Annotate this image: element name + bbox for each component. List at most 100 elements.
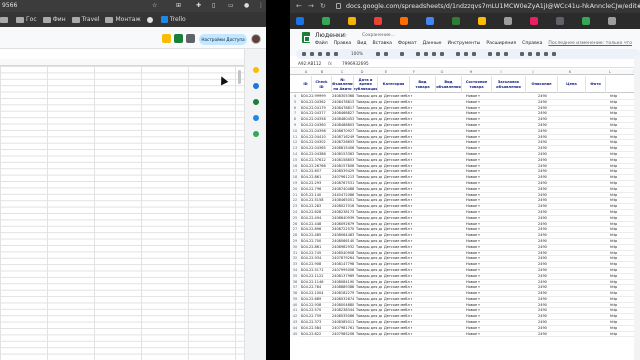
text-color-icon[interactable]: [440, 52, 444, 56]
merge-icon[interactable]: [472, 52, 476, 56]
table-cell[interactable]: Новое: [466, 210, 488, 215]
table-cell[interactable]: Товары для до: [356, 111, 382, 116]
table-cell[interactable]: Товары для до: [356, 274, 382, 279]
link-icon[interactable]: [520, 52, 524, 56]
table-cell[interactable]: 2408480453: [332, 117, 354, 122]
photo-cell[interactable]: http: [610, 181, 634, 186]
table-cell[interactable]: 2490: [538, 297, 560, 302]
photo-cell[interactable]: http: [610, 297, 634, 302]
lock-icon[interactable]: [336, 3, 341, 9]
column-letter[interactable]: D: [352, 69, 372, 75]
table-cell[interactable]: Товары для до: [356, 326, 382, 331]
table-cell[interactable]: Детские мебл: [384, 274, 412, 279]
left-scrollbar[interactable]: [238, 70, 241, 84]
table-cell[interactable]: 2408540908: [332, 251, 354, 256]
table-cell[interactable]: 2490: [538, 285, 560, 290]
table-cell[interactable]: Б04.22.570: [301, 308, 331, 313]
table-cell[interactable]: 2490: [538, 274, 560, 279]
table-cell[interactable]: Детские мебл: [384, 314, 412, 319]
table-cell[interactable]: Новое: [466, 216, 488, 221]
filter-icon[interactable]: [544, 52, 548, 56]
table-cell[interactable]: 2407981761: [332, 326, 354, 331]
table-cell[interactable]: Товары для до: [356, 308, 382, 313]
photo-cell[interactable]: http: [610, 285, 634, 290]
table-cell[interactable]: Б04.22.494: [301, 216, 331, 221]
table-cell[interactable]: Новое: [466, 245, 488, 250]
table-cell[interactable]: Товары для до: [356, 251, 382, 256]
table-cell[interactable]: Новое: [466, 274, 488, 279]
last-edit-link[interactable]: Последнее изменение: только что: [548, 40, 632, 47]
table-cell[interactable]: Товары для до: [356, 297, 382, 302]
table-cell[interactable]: Б04.22.37612: [301, 158, 331, 163]
table-cell[interactable]: 2490: [538, 123, 560, 128]
table-cell[interactable]: Детские мебл: [384, 117, 412, 122]
table-cell[interactable]: Товары для до: [356, 117, 382, 122]
table-cell[interactable]: Новое: [466, 193, 488, 198]
table-cell[interactable]: Детские мебл: [384, 106, 412, 111]
photo-cell[interactable]: http: [610, 187, 634, 192]
table-cell[interactable]: Б04.22.04398: [301, 129, 331, 134]
photo-cell[interactable]: http: [610, 169, 634, 174]
table-cell[interactable]: Б04.22.628: [301, 210, 331, 215]
menu-item[interactable]: Вставка: [373, 40, 392, 47]
table-cell[interactable]: Детские мебл: [384, 210, 412, 215]
table-cell[interactable]: Б04.22.5158: [301, 198, 331, 203]
table-cell[interactable]: Б04.22.861: [301, 245, 331, 250]
italic-icon[interactable]: [424, 52, 428, 56]
right-address-bar[interactable]: ← → ↻ docs.google.com/spreadsheets/d/1nd…: [290, 0, 640, 13]
row-number[interactable]: 45: [290, 331, 300, 338]
table-cell[interactable]: Детские мебл: [384, 164, 412, 169]
bookmark-item[interactable]: Travel: [71, 12, 99, 27]
table-cell[interactable]: Новое: [466, 152, 488, 157]
forward-icon[interactable]: →: [308, 0, 314, 13]
extensions-icon[interactable]: ✚: [196, 3, 201, 9]
menu-item[interactable]: Правка: [334, 40, 351, 47]
back-icon[interactable]: ←: [296, 0, 302, 13]
column-header[interactable]: Вид объявления: [436, 76, 462, 93]
table-cell[interactable]: Б04.22.1122: [301, 274, 331, 279]
table-cell[interactable]: Новое: [466, 181, 488, 186]
table-cell[interactable]: 2408092679: [332, 222, 354, 227]
table-cell[interactable]: Детские мебл: [384, 285, 412, 290]
table-cell[interactable]: Товары для до: [356, 245, 382, 250]
table-cell[interactable]: 2490: [538, 326, 560, 331]
table-cell[interactable]: Детские мебл: [384, 123, 412, 128]
table-cell[interactable]: Новое: [466, 256, 488, 261]
table-cell[interactable]: Товары для до: [356, 187, 382, 192]
menu-dots-icon[interactable]: ⋮: [258, 3, 264, 9]
table-cell[interactable]: Товары для до: [356, 175, 382, 180]
star-icon[interactable]: ☆: [152, 3, 157, 9]
table-cell[interactable]: Б04.22.448: [301, 222, 331, 227]
name-box[interactable]: A92:AB112: [298, 60, 321, 68]
table-cell[interactable]: Детские мебл: [384, 140, 412, 145]
tab-favicon-icon[interactable]: [296, 17, 304, 25]
maps-icon[interactable]: [253, 131, 259, 137]
photo-cell[interactable]: http: [610, 164, 634, 169]
photo-cell[interactable]: http: [610, 303, 634, 308]
table-cell[interactable]: 2408032674: [332, 297, 354, 302]
doc-title[interactable]: Люденки: [315, 31, 345, 40]
table-cell[interactable]: Б04.22.938: [301, 303, 331, 308]
table-cell[interactable]: Товары для до: [356, 332, 382, 337]
tab-favicon-icon[interactable]: [426, 17, 434, 25]
table-cell[interactable]: Новое: [466, 198, 488, 203]
column-letter[interactable]: J: [516, 69, 550, 75]
calendar-icon[interactable]: [253, 67, 259, 73]
contacts-icon[interactable]: [253, 115, 259, 121]
table-cell[interactable]: Товары для до: [356, 181, 382, 186]
table-cell[interactable]: 2490: [538, 169, 560, 174]
table-cell[interactable]: 2408466827: [332, 111, 354, 116]
table-cell[interactable]: Товары для до: [356, 227, 382, 232]
table-cell[interactable]: 2408726653: [332, 140, 354, 145]
column-header[interactable]: Check ID: [312, 76, 332, 93]
table-cell[interactable]: 2490: [538, 187, 560, 192]
photo-cell[interactable]: http: [610, 256, 634, 261]
functions-icon[interactable]: [552, 52, 556, 56]
table-cell[interactable]: 2490: [538, 111, 560, 116]
table-cell[interactable]: Детские мебл: [384, 169, 412, 174]
tab-favicon-icon[interactable]: [452, 17, 460, 25]
table-cell[interactable]: Новое: [466, 187, 488, 192]
table-cell[interactable]: 2490: [538, 198, 560, 203]
table-cell[interactable]: 2490: [538, 193, 560, 198]
table-cell[interactable]: 2408238344: [332, 308, 354, 313]
